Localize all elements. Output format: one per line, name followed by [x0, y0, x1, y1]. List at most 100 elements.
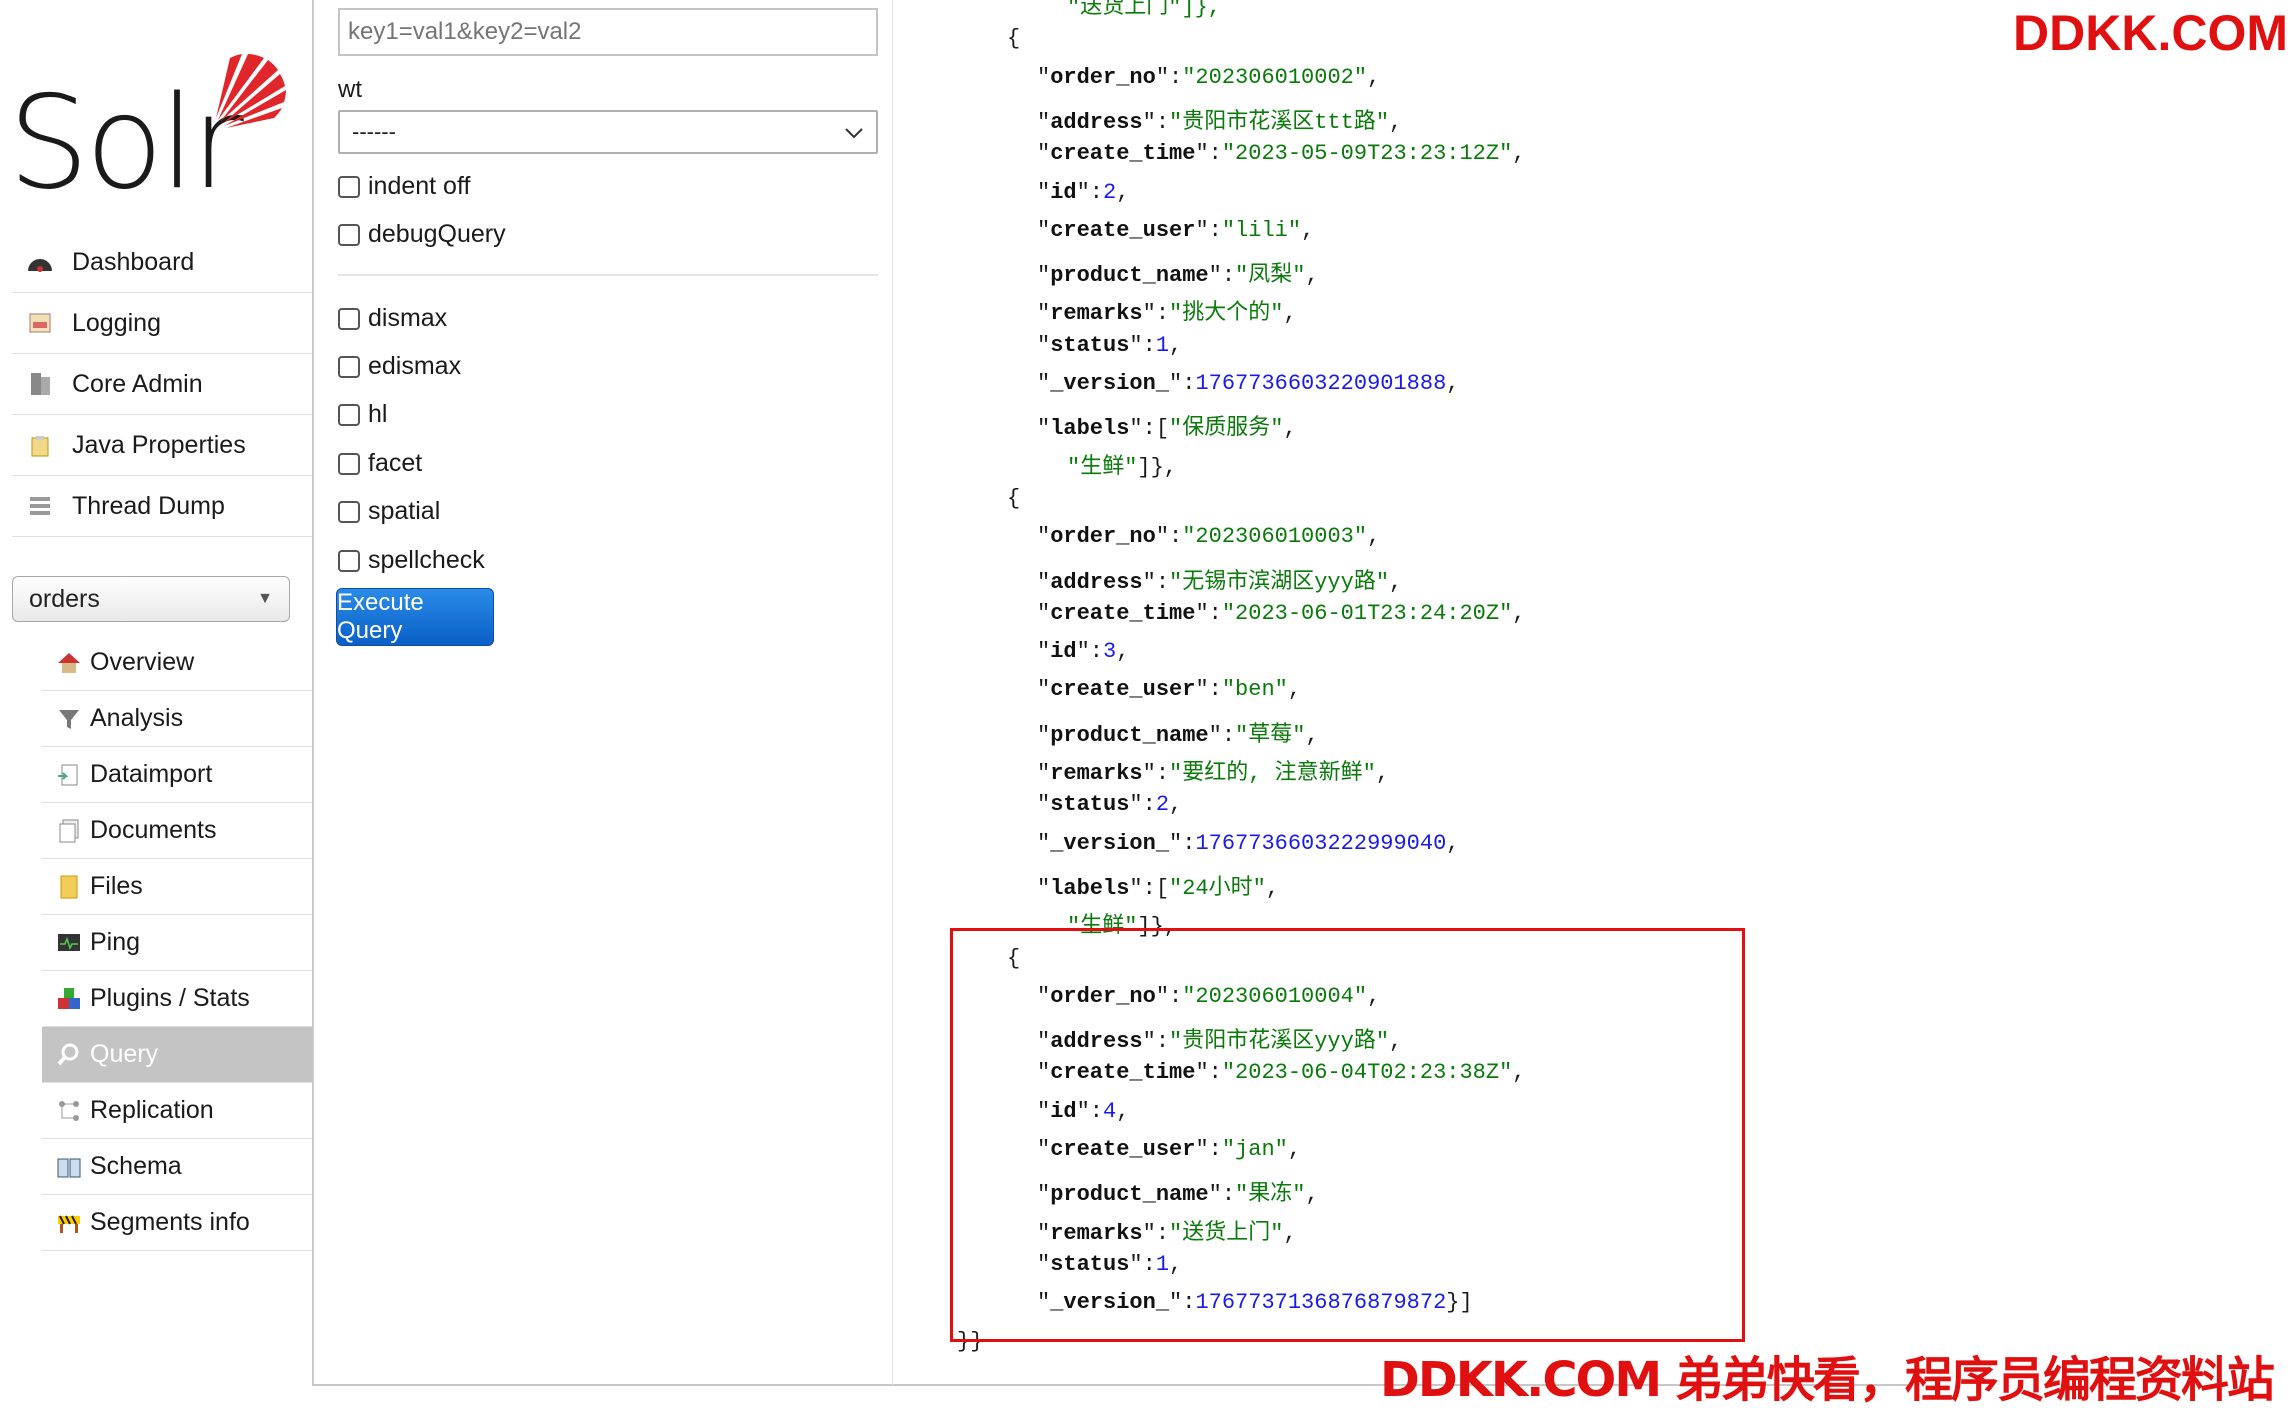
checkbox-box[interactable]	[338, 307, 360, 330]
checkbox-label: spatial	[368, 497, 441, 525]
json-key: order_no	[1050, 64, 1156, 90]
wt-select[interactable]: ------	[338, 110, 878, 154]
debug-query-checkbox[interactable]: debugQuery	[338, 220, 506, 249]
nav-item-label: Thread Dump	[72, 491, 225, 520]
json-field-remarks: "remarks":"要红的, 注意新鲜",	[1037, 761, 1390, 786]
checkbox-box[interactable]	[338, 403, 360, 426]
checkbox-label: debugQuery	[368, 220, 506, 248]
nav-item-logging[interactable]: Logging	[12, 293, 312, 354]
json-key: _version_	[1050, 830, 1170, 856]
json-key: product_name	[1050, 722, 1209, 748]
json-value: "2023-05-09T23:23:12Z"	[1221, 141, 1513, 167]
json-key: product_name	[1050, 263, 1209, 289]
checkbox-box[interactable]	[338, 223, 360, 246]
json-key: order_no	[1050, 524, 1156, 550]
json-field-product-name: "product_name":"凤梨",	[1037, 263, 1319, 289]
json-doc-open: {	[1007, 26, 1021, 52]
json-key: create_user	[1050, 217, 1196, 243]
core-nav-item-query[interactable]: Query	[42, 1027, 312, 1083]
execute-query-button[interactable]: Execute Query	[336, 588, 494, 646]
json-value: 3	[1103, 639, 1117, 665]
core-nav-item-label: Schema	[90, 1152, 182, 1180]
core-nav-item-label: Plugins / Stats	[90, 984, 250, 1012]
checkbox-box[interactable]	[338, 500, 360, 523]
core-nav-item-ping[interactable]: Ping	[42, 915, 312, 971]
core-nav-item-segments-info[interactable]: Segments info	[42, 1195, 312, 1251]
json-value: "挑大个的"	[1169, 301, 1284, 327]
core-nav-item-files[interactable]: Files	[42, 859, 312, 915]
home-icon	[54, 648, 84, 678]
json-key: create_time	[1050, 600, 1196, 626]
spatial-checkbox[interactable]: spatial	[338, 497, 440, 526]
checkbox-label: spellcheck	[368, 546, 485, 574]
json-value: 1767736603222999040	[1195, 830, 1447, 856]
json-field-create-user: "create_user":"lili",	[1037, 217, 1315, 243]
core-nav-item-analysis[interactable]: Analysis	[42, 691, 312, 747]
core-nav-item-documents[interactable]: Documents	[42, 803, 312, 859]
json-label-value: "24小时"	[1169, 875, 1266, 901]
core-nav-item-plugins-stats[interactable]: Plugins / Stats	[42, 971, 312, 1027]
core-nav-item-label: Segments info	[90, 1208, 250, 1236]
spellcheck-checkbox[interactable]: spellcheck	[338, 546, 485, 575]
main-nav-list: Dashboard Logging Core Admin Java Propertie…	[12, 232, 312, 537]
json-key: status	[1050, 792, 1130, 818]
core-nav-item-overview[interactable]: Overview	[42, 635, 312, 691]
nav-item-core-admin[interactable]: Core Admin	[12, 354, 312, 415]
core-nav-item-dataimport[interactable]: Dataimport	[42, 747, 312, 803]
wt-label: wt	[338, 76, 362, 103]
nav-item-label: Logging	[72, 308, 161, 337]
raw-query-params-input[interactable]	[338, 8, 878, 56]
json-value: "lili"	[1221, 217, 1302, 243]
json-fragment: "送货上门"]},	[1067, 0, 1222, 20]
edismax-checkbox[interactable]: edismax	[338, 352, 461, 381]
json-field-labels: "labels":["保质服务",	[1037, 416, 1297, 442]
json-label-value: "保质服务"	[1169, 416, 1284, 442]
json-value: "2023-06-01T23:24:20Z"	[1221, 600, 1513, 626]
java-properties-icon	[22, 430, 58, 460]
json-key: _version_	[1050, 371, 1170, 396]
indent-off-checkbox[interactable]: indent off	[338, 172, 470, 201]
json-label-value: "生鲜"	[1067, 454, 1138, 480]
core-nav-item-replication[interactable]: Replication	[42, 1083, 312, 1139]
json-value: "草莓"	[1235, 722, 1306, 748]
checkbox-box[interactable]	[338, 355, 360, 378]
ping-icon	[54, 928, 84, 958]
checkbox-box[interactable]	[338, 175, 360, 198]
checkbox-box[interactable]	[338, 452, 360, 475]
core-selector[interactable]: orders ▼	[12, 576, 290, 622]
plugins-icon	[54, 984, 84, 1014]
solr-logo[interactable]: Solr	[8, 50, 286, 208]
chevron-down-icon	[844, 119, 864, 145]
core-nav-item-label: Query	[90, 1040, 159, 1068]
nav-item-dashboard[interactable]: Dashboard	[12, 232, 312, 293]
nav-item-java-properties[interactable]: Java Properties	[12, 415, 312, 476]
json-key: address	[1050, 109, 1143, 135]
hl-checkbox[interactable]: hl	[338, 400, 387, 429]
core-nav-item-label: Dataimport	[90, 760, 213, 788]
json-field-labels-cont: "生鲜"]},	[1067, 454, 1178, 480]
query-form: wt ------ indent off debugQuery dismax e…	[312, 0, 894, 1385]
dataimport-icon	[54, 760, 84, 790]
json-value: "202306010002"	[1182, 64, 1368, 90]
core-nav-item-label: Analysis	[90, 704, 184, 732]
json-value: 1	[1155, 332, 1170, 358]
checkbox-label: indent off	[368, 172, 471, 200]
watermark-top: DDKK.COM	[2013, 5, 2288, 61]
core-nav-list: Overview Analysis Dataimport Documents Files…	[42, 635, 312, 1251]
json-field--version-: "_version_":1767736603222999040,	[1037, 830, 1460, 856]
nav-item-thread-dump[interactable]: Thread Dump	[12, 476, 312, 537]
json-key: status	[1050, 332, 1130, 358]
json-key: id	[1050, 179, 1077, 205]
facet-checkbox[interactable]: facet	[338, 449, 422, 478]
checkbox-box[interactable]	[338, 549, 360, 572]
wt-select-value: ------	[352, 119, 396, 144]
core-nav-item-schema[interactable]: Schema	[42, 1139, 312, 1195]
json-field-remarks: "remarks":"挑大个的",	[1037, 301, 1297, 327]
core-nav-item-label: Documents	[90, 816, 217, 844]
dismax-checkbox[interactable]: dismax	[338, 304, 447, 333]
json-value: "贵阳市花溪区ttt路"	[1169, 109, 1390, 135]
left-navigation: Solr Dashboard Logging Core Admin Java Prop…	[0, 0, 312, 1394]
nav-item-label: Core Admin	[72, 369, 203, 398]
json-key: create_user	[1050, 677, 1196, 703]
checkbox-label: hl	[368, 400, 388, 428]
